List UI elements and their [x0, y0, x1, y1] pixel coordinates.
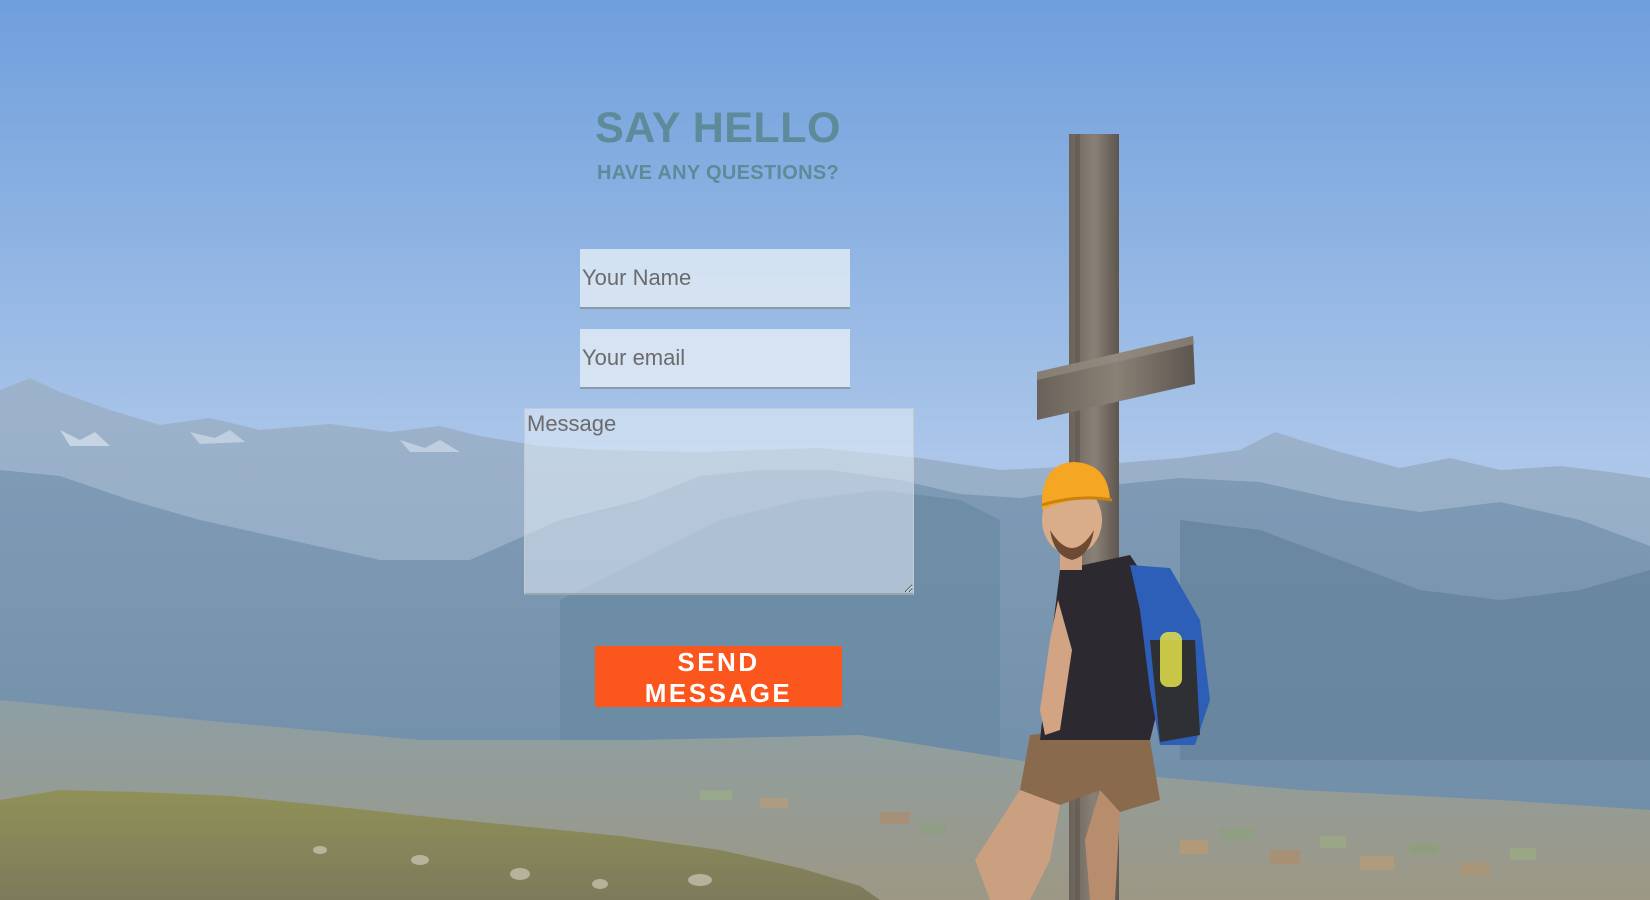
email-input[interactable]: [580, 329, 850, 389]
contact-section: SAY HELLO HAVE ANY QUESTIONS? SEND MESSA…: [0, 0, 1650, 900]
message-textarea[interactable]: [524, 408, 914, 595]
send-message-button[interactable]: SEND MESSAGE: [595, 646, 842, 708]
contact-page: SAY HELLO HAVE ANY QUESTIONS? SEND MESSA…: [0, 0, 1650, 900]
page-subtitle: HAVE ANY QUESTIONS?: [596, 162, 840, 184]
page-title: SAY HELLO: [595, 104, 841, 152]
name-input[interactable]: [580, 249, 850, 309]
